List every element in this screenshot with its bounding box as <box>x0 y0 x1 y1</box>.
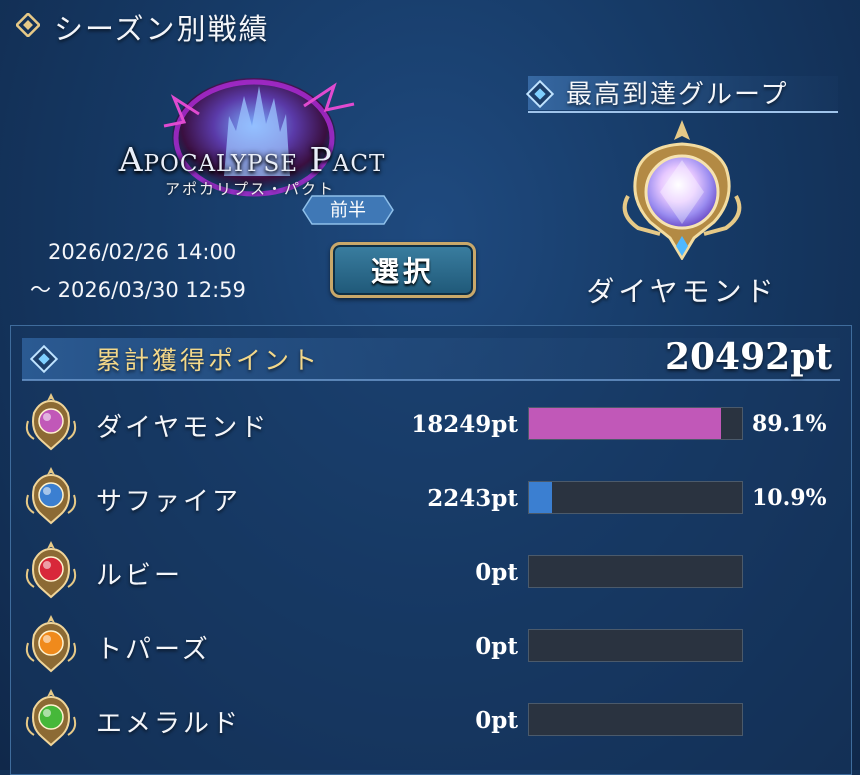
points-diamond-icon <box>30 345 58 373</box>
header-diamond-icon <box>16 13 40 37</box>
rank-progress-bar <box>528 555 743 588</box>
rank-points: 2243pt <box>427 485 518 512</box>
rank-progress-bar <box>528 703 743 736</box>
ruby-gem-icon <box>25 541 77 599</box>
rank-label: エメラルド <box>96 709 242 739</box>
highest-group-diamond-icon <box>526 80 554 108</box>
rank-progress-bar <box>528 407 743 440</box>
rank-points: 0pt <box>475 707 518 734</box>
highest-group-title: 最高到達グループ <box>566 80 789 110</box>
points-title: 累計獲得ポイント <box>96 346 321 375</box>
rank-percent: 10.9% <box>752 485 827 511</box>
sapphire-gem-icon <box>25 467 77 525</box>
rank-progress-fill <box>529 482 552 513</box>
diamond-gem-icon <box>25 393 77 451</box>
points-total: 20492pt <box>664 336 832 378</box>
rank-label: サファイア <box>96 487 242 517</box>
highest-group-name: ダイヤモンド <box>586 275 778 308</box>
rank-progress-bar <box>528 481 743 514</box>
page-title: シーズン別戦績 <box>54 12 270 46</box>
rank-progress-bar <box>528 629 743 662</box>
select-button[interactable]: 選択 <box>330 242 476 298</box>
season-logo-title: Apocalypse Pact <box>118 140 386 179</box>
topaz-gem-icon <box>25 615 77 673</box>
season-start-date: 2026/02/26 14:00 <box>48 240 237 264</box>
season-end-date: ～ 2026/03/30 12:59 <box>30 278 246 302</box>
rank-points: 0pt <box>475 559 518 586</box>
rank-label: ルビー <box>96 561 184 591</box>
rank-label: ダイヤモンド <box>96 413 270 443</box>
rank-progress-fill <box>529 408 721 439</box>
rank-percent: 89.1% <box>752 411 827 437</box>
rank-points: 0pt <box>475 633 518 660</box>
emerald-gem-icon <box>25 689 77 747</box>
rank-points: 18249pt <box>411 411 518 438</box>
half-badge-label: 前半 <box>330 200 366 221</box>
diamond-rank-emblem-icon <box>622 120 742 260</box>
rank-label: トパーズ <box>96 635 211 665</box>
